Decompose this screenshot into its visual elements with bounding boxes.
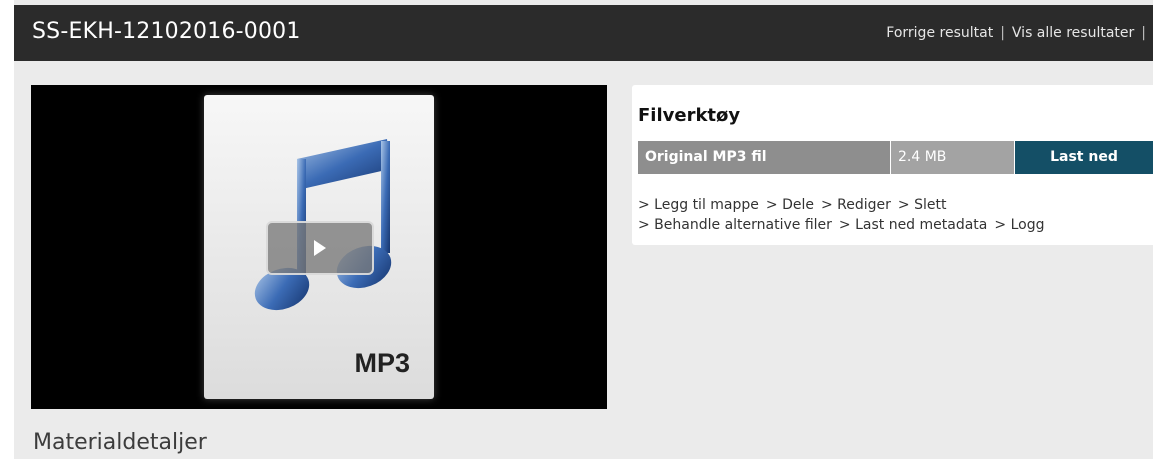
file-row: Original MP3 fil 2.4 MB Last ned <box>638 141 1153 174</box>
left-margin-strip <box>0 0 14 459</box>
mp3-format-label: MP3 <box>354 348 410 378</box>
share-link[interactable]: > Dele <box>766 197 814 213</box>
page: SS-EKH-12102016-0001 Forrige resultat | Vi… <box>0 0 1153 459</box>
media-player[interactable]: MP3 <box>31 85 607 409</box>
nav-separator: | <box>1141 25 1146 41</box>
tool-links-row-1: > Legg til mappe > Dele > Rediger > Slett <box>638 195 1051 215</box>
edit-link[interactable]: > Rediger <box>821 197 891 213</box>
material-details-heading: Materialdetaljer <box>33 430 207 455</box>
view-all-results-link[interactable]: Vis alle resultater <box>1012 25 1134 41</box>
play-icon <box>314 240 326 256</box>
download-metadata-link[interactable]: > Last ned metadata <box>839 217 987 233</box>
delete-link[interactable]: > Slett <box>898 197 947 213</box>
tool-links-row-2: > Behandle alternative filer > Last ned m… <box>638 215 1051 235</box>
asset-header: SS-EKH-12102016-0001 Forrige resultat | Vi… <box>14 5 1153 61</box>
manage-alternative-files-link[interactable]: > Behandle alternative filer <box>638 217 832 233</box>
file-name: Original MP3 fil <box>638 141 891 174</box>
result-navigation: Forrige resultat | Vis alle resultater | <box>886 23 1153 43</box>
file-size: 2.4 MB <box>891 141 1015 174</box>
download-button[interactable]: Last ned <box>1015 141 1153 174</box>
file-tools-panel: Filverktøy Original MP3 fil 2.4 MB Last … <box>632 85 1153 245</box>
asset-title: SS-EKH-12102016-0001 <box>32 19 301 44</box>
nav-separator: | <box>1000 25 1005 41</box>
log-link[interactable]: > Logg <box>994 217 1044 233</box>
previous-result-link[interactable]: Forrige resultat <box>886 25 993 41</box>
play-button[interactable] <box>266 221 374 275</box>
add-to-folder-link[interactable]: > Legg til mappe <box>638 197 759 213</box>
file-tools-title: Filverktøy <box>638 105 741 126</box>
file-tool-links: > Legg til mappe > Dele > Rediger > Slett >… <box>638 195 1051 235</box>
